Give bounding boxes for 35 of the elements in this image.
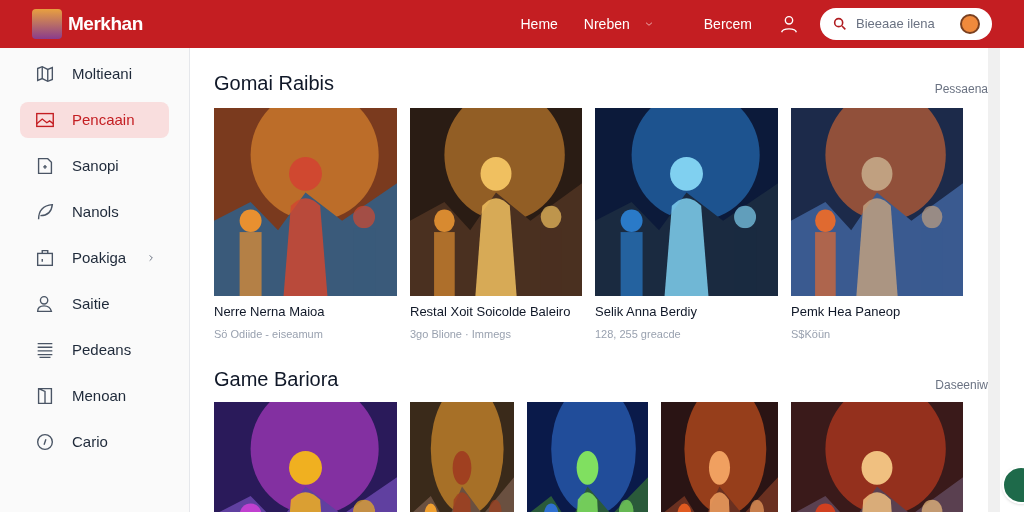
card-subtitle: Sö Odiide - eiseamum — [214, 326, 324, 342]
sidebar-item[interactable]: Pencaain — [20, 102, 169, 138]
search-icon — [832, 16, 848, 32]
nav-link[interactable]: Heme — [520, 13, 558, 35]
sidebar-item[interactable]: Sanopi — [20, 148, 169, 184]
sidebar-item[interactable]: Pedeans — [20, 332, 169, 368]
bag-icon — [34, 247, 56, 269]
card-subtitle: 3go Blione · Immegs — [410, 326, 512, 342]
card-title[interactable]: Restal Xoit Soicolde Baleiro — [410, 302, 582, 322]
scrollbar[interactable] — [988, 48, 1000, 512]
avatar-icon[interactable] — [960, 14, 980, 34]
sidebar-item[interactable]: Menoan — [20, 378, 169, 414]
card-title[interactable]: Pemk Hea Paneop — [791, 302, 963, 322]
brand-name[interactable]: Merkhan — [68, 9, 143, 39]
logo-icon — [32, 9, 62, 39]
user-icon — [778, 13, 800, 35]
card-subtitle: S$Köün — [791, 326, 832, 342]
card-title[interactable]: Nerre Nerna Maioa — [214, 302, 397, 322]
card-subtitle: 128, 255 greacde — [595, 326, 682, 342]
sidebar-item[interactable]: Poakiga — [20, 240, 169, 276]
sidebar-item[interactable]: Nanols — [20, 194, 169, 230]
compass-icon — [34, 431, 56, 453]
section-title: Gomai Raibis — [214, 71, 335, 96]
nav-link[interactable]: Nreben — [583, 13, 654, 35]
search-field[interactable]: Bieeaae ilena — [856, 14, 952, 34]
nav-link[interactable]: Bercem — [703, 13, 752, 35]
map-icon — [34, 63, 56, 85]
card-title[interactable]: Selik Anna Berdiy — [595, 302, 778, 322]
sidebar-item[interactable]: Moltieani — [20, 56, 169, 92]
sidebar-item[interactable]: Saitie — [20, 286, 169, 322]
see-all-link[interactable]: Pessaena — [934, 80, 988, 98]
search-bar[interactable]: Bieeaae ilena — [820, 8, 992, 40]
see-all-link[interactable]: Daseeniw — [935, 376, 988, 394]
sidebar-item[interactable]: Cario — [20, 424, 169, 460]
section-title: Game Bariora — [214, 367, 339, 392]
